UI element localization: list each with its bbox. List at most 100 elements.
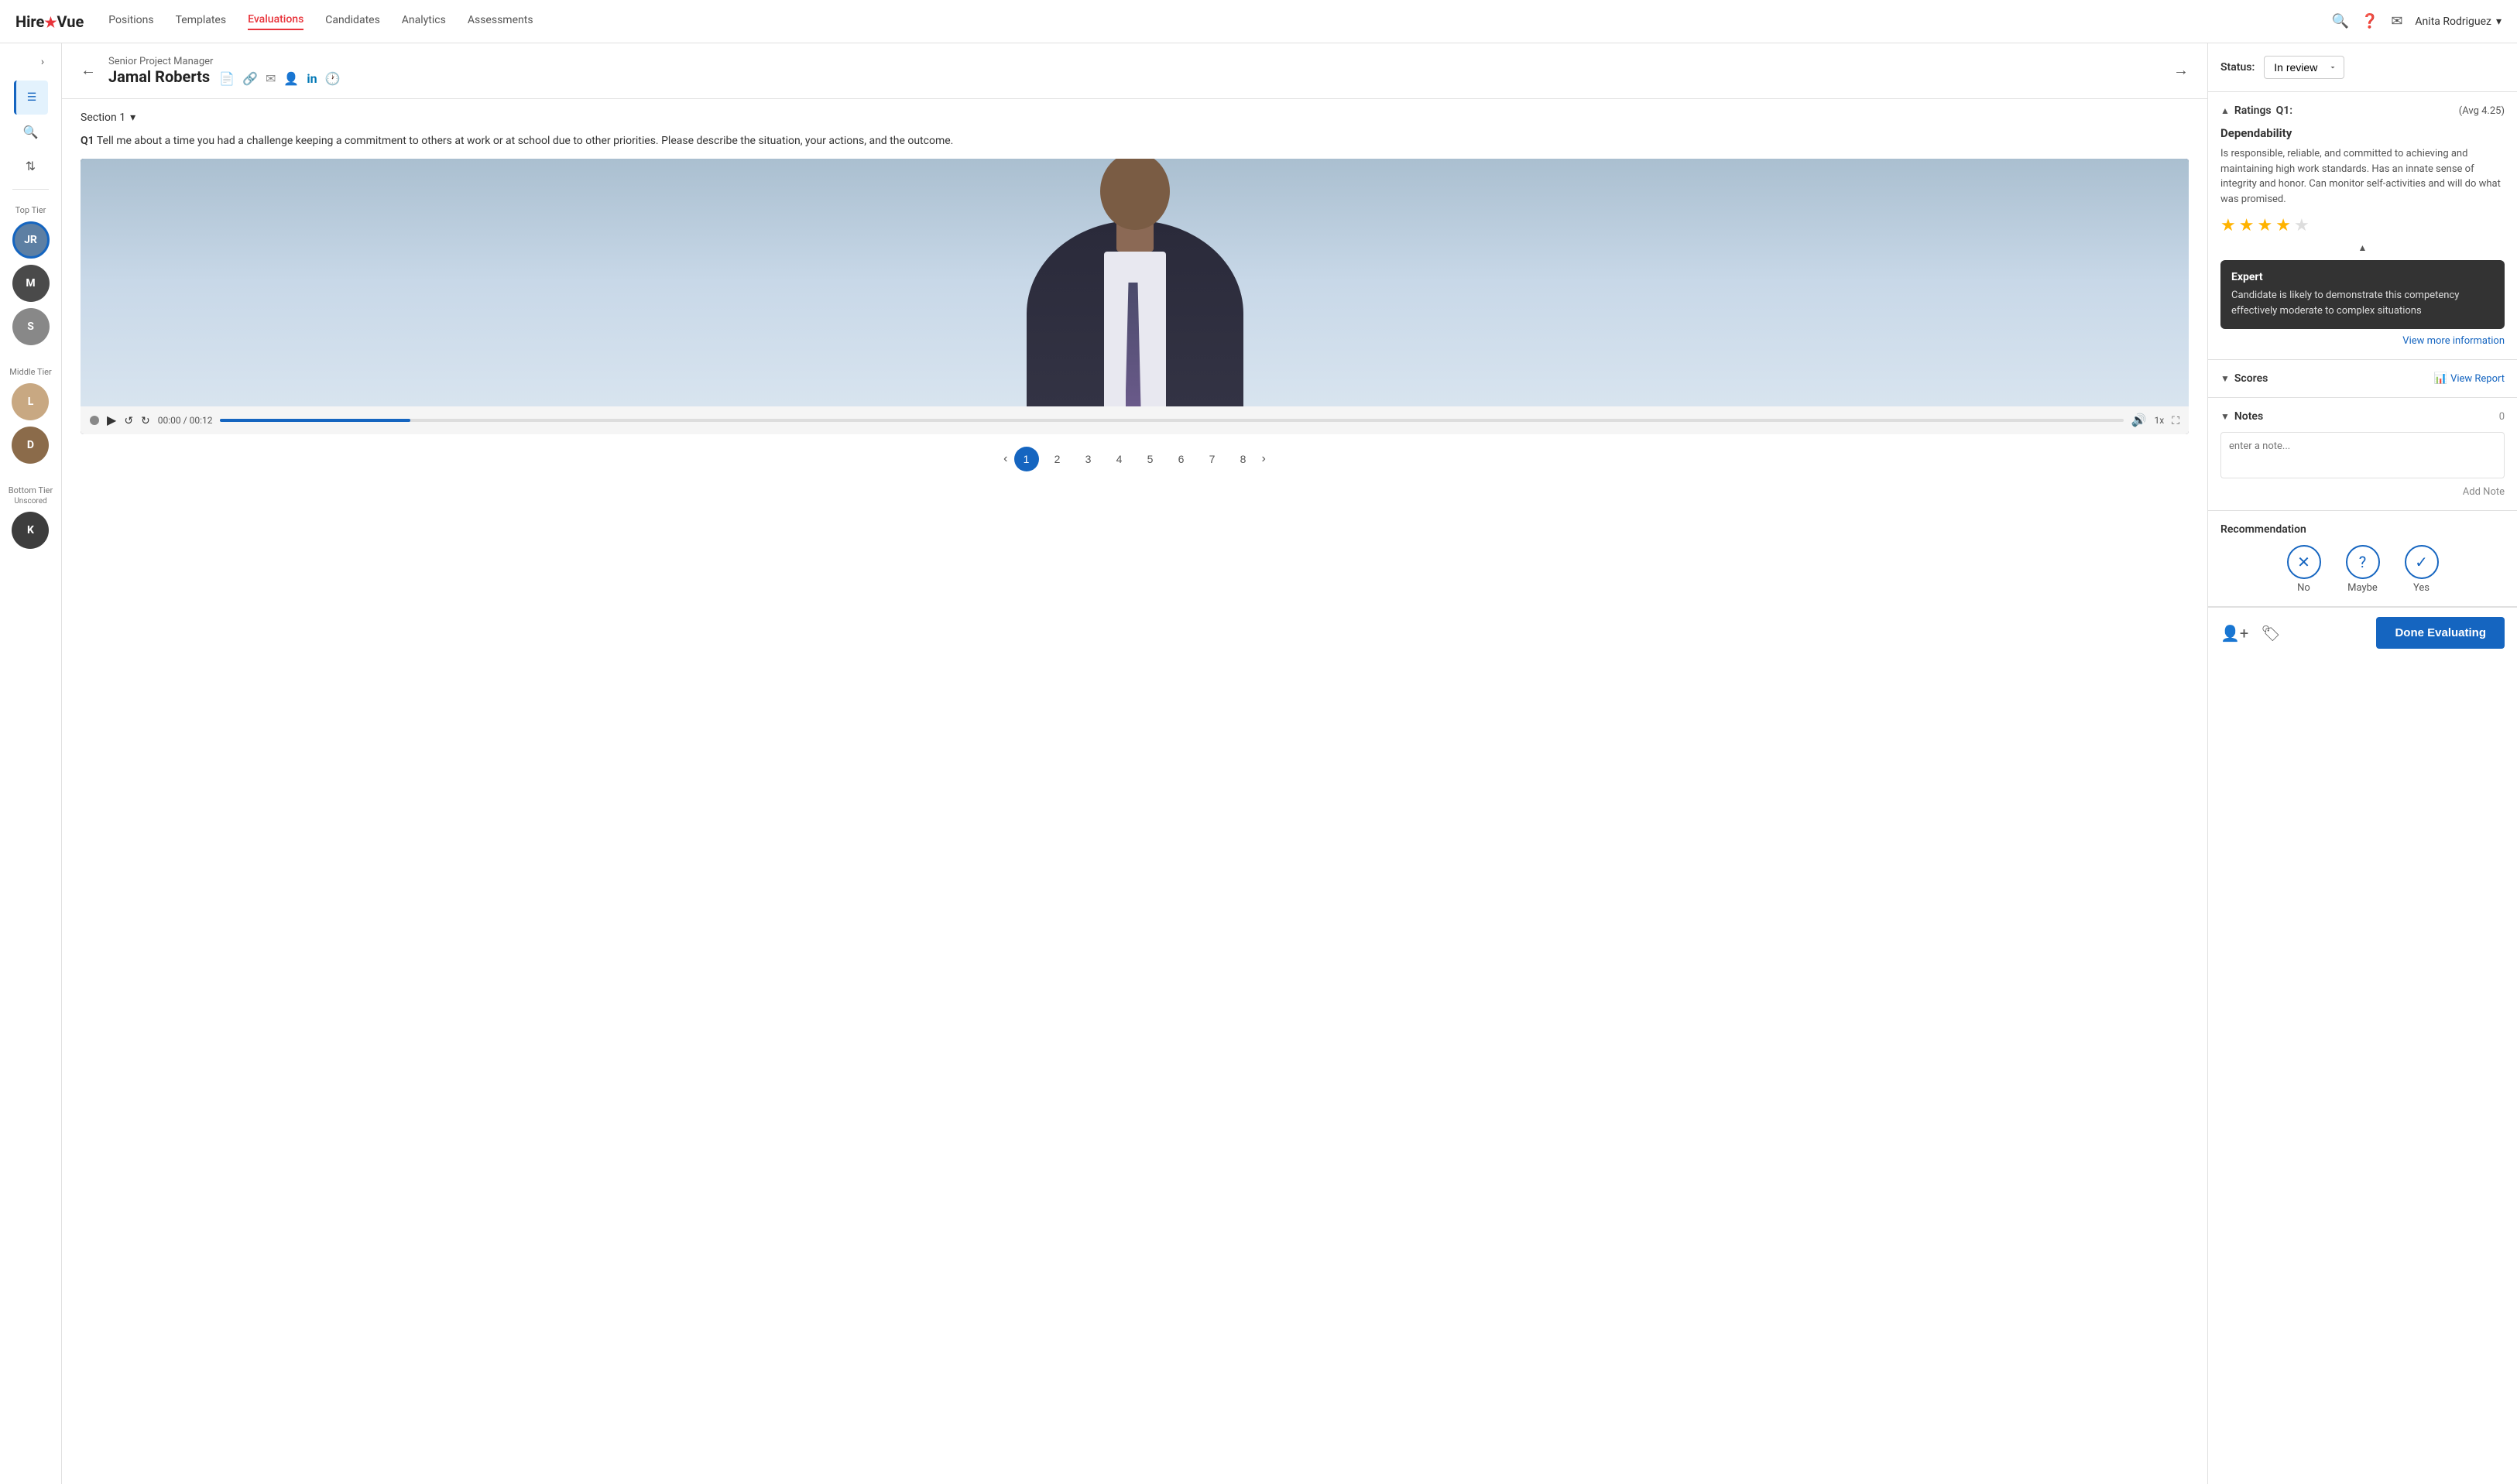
question-text: Q1 Tell me about a time you had a challe…: [81, 133, 2189, 149]
bottom-tier-section: Bottom TierUnscored K: [9, 476, 53, 561]
section-dropdown[interactable]: Section 1 ▾: [81, 111, 2189, 124]
view-report-link[interactable]: 📊 View Report: [2434, 372, 2505, 385]
candidate-avatar-3[interactable]: S: [12, 308, 50, 345]
linkedin-icon[interactable]: in: [307, 71, 317, 86]
nav-candidates[interactable]: Candidates: [325, 14, 380, 29]
forward-button[interactable]: ↻: [141, 414, 150, 427]
ratings-avg: (Avg 4.25): [2459, 105, 2505, 117]
link-icon[interactable]: 🔗: [242, 71, 258, 86]
top-tier-section: Top Tier JR M S: [12, 196, 50, 358]
resume-icon[interactable]: 📄: [219, 71, 235, 86]
sidebar-list-btn[interactable]: ☰: [14, 81, 48, 115]
rewind-button[interactable]: ↺: [124, 414, 133, 427]
ratings-label: Ratings: [2234, 105, 2272, 117]
left-sidebar: › ☰ 🔍 ⇅ Top Tier JR M S Middle Tier L D …: [0, 43, 62, 1484]
logo-text: Hire★Vue: [15, 12, 84, 31]
play-button[interactable]: ▶: [107, 413, 116, 428]
rec-maybe-button[interactable]: ? Maybe: [2346, 545, 2380, 594]
ratings-chevron-icon[interactable]: ▲: [2220, 105, 2230, 116]
search-button[interactable]: 🔍: [2331, 13, 2348, 29]
candidate-name: Jamal Roberts: [108, 67, 210, 86]
bottom-actions: 👤+ 🏷: [2220, 624, 2281, 643]
scores-header: ▼ Scores 📊 View Report: [2220, 372, 2505, 385]
candidate-avatar-4[interactable]: L: [12, 383, 49, 420]
add-note-button[interactable]: Add Note: [2220, 486, 2505, 498]
competency-name: Dependability: [2220, 126, 2505, 140]
page-btn-4[interactable]: 4: [1107, 447, 1132, 471]
list-icon: ☰: [27, 91, 37, 104]
sidebar-filter-btn[interactable]: ⇅: [14, 149, 48, 183]
video-progress-bar[interactable]: [220, 419, 2123, 422]
nav-analytics[interactable]: Analytics: [402, 14, 446, 29]
video-section: Section 1 ▾ Q1 Tell me about a time you …: [62, 99, 2207, 1484]
next-candidate-button[interactable]: →: [2173, 62, 2189, 80]
page-btn-8[interactable]: 8: [1231, 447, 1256, 471]
messages-button[interactable]: ✉: [2391, 13, 2402, 29]
user-chevron: ▾: [2496, 15, 2502, 28]
status-select[interactable]: In review Reviewed Pending Approved: [2264, 56, 2344, 79]
expert-tooltip: ▲ Expert Candidate is likely to demonstr…: [2220, 242, 2505, 347]
yes-icon: ✓: [2405, 545, 2439, 579]
pagination-prev[interactable]: ‹: [1003, 452, 1007, 466]
tooltip-popup: Expert Candidate is likely to demonstrat…: [2220, 260, 2505, 329]
help-button[interactable]: ❓: [2361, 13, 2378, 29]
no-icon: ✕: [2287, 545, 2321, 579]
page-btn-3[interactable]: 3: [1076, 447, 1101, 471]
candidate-avatar-6[interactable]: K: [12, 512, 49, 549]
notes-section: ▼ Notes 0 Add Note: [2208, 398, 2517, 511]
add-user-icon[interactable]: 👤+: [2220, 624, 2248, 643]
email-icon[interactable]: ✉: [266, 71, 276, 86]
top-nav: Hire★Vue Positions Templates Evaluations…: [0, 0, 2517, 43]
fullscreen-button[interactable]: ⛶: [2172, 414, 2179, 427]
star-rating[interactable]: ★ ★ ★ ★ ★: [2220, 216, 2505, 235]
history-icon[interactable]: 🕐: [325, 71, 341, 86]
page-btn-7[interactable]: 7: [1200, 447, 1225, 471]
content-area: ← Senior Project Manager Jamal Roberts 📄…: [62, 43, 2207, 1484]
nav-templates[interactable]: Templates: [176, 14, 227, 29]
tag-icon[interactable]: 🏷: [2261, 624, 2280, 643]
user-menu[interactable]: Anita Rodriguez ▾: [2415, 15, 2502, 28]
nav-assessments[interactable]: Assessments: [468, 14, 533, 29]
page-btn-2[interactable]: 2: [1045, 447, 1070, 471]
speed-button[interactable]: 1x: [2154, 415, 2164, 426]
status-label: Status:: [2220, 61, 2255, 74]
scores-chevron-icon[interactable]: ▼: [2220, 373, 2230, 384]
view-more-link[interactable]: View more information: [2220, 335, 2505, 347]
notes-header: ▼ Notes 0: [2220, 410, 2505, 423]
candidate-header: ← Senior Project Manager Jamal Roberts 📄…: [62, 43, 2207, 99]
page-btn-6[interactable]: 6: [1169, 447, 1194, 471]
volume-button[interactable]: 🔊: [2131, 413, 2147, 428]
sidebar-search-btn[interactable]: 🔍: [14, 115, 48, 149]
sidebar-toggle[interactable]: ›: [30, 50, 55, 74]
done-evaluating-button[interactable]: Done Evaluating: [2376, 617, 2505, 649]
profile-icon[interactable]: 👤: [283, 71, 299, 86]
sidebar-divider: [12, 189, 49, 190]
search-icon: 🔍: [23, 125, 39, 139]
notes-textarea[interactable]: [2220, 432, 2505, 478]
ratings-q-label: Q1:: [2276, 105, 2292, 117]
maybe-icon: ?: [2346, 545, 2380, 579]
candidate-avatar-2[interactable]: M: [12, 265, 50, 302]
pagination-next[interactable]: ›: [1262, 452, 1266, 466]
right-panel: Status: In review Reviewed Pending Appro…: [2207, 43, 2517, 1484]
rec-yes-button[interactable]: ✓ Yes: [2405, 545, 2439, 594]
section-label: Section 1: [81, 111, 125, 124]
page-btn-1[interactable]: 1: [1014, 447, 1039, 471]
page-btn-5[interactable]: 5: [1138, 447, 1163, 471]
nav-positions[interactable]: Positions: [108, 14, 153, 29]
view-report-label: View Report: [2450, 373, 2505, 385]
nav-evaluations[interactable]: Evaluations: [248, 13, 303, 30]
candidate-avatar-5[interactable]: D: [12, 427, 49, 464]
time-total: 00:12: [190, 415, 213, 426]
notes-title: ▼ Notes: [2220, 410, 2263, 423]
ratings-title: ▲ Ratings Q1:: [2220, 105, 2292, 117]
user-name: Anita Rodriguez: [2415, 15, 2491, 28]
nav-links: Positions Templates Evaluations Candidat…: [108, 13, 2331, 30]
notes-chevron-icon[interactable]: ▼: [2220, 411, 2230, 422]
yes-label: Yes: [2413, 582, 2430, 594]
prev-candidate-button[interactable]: ←: [81, 62, 96, 80]
bottom-bar: 👤+ 🏷 Done Evaluating: [2208, 607, 2517, 658]
rec-no-button[interactable]: ✕ No: [2287, 545, 2321, 594]
main-layout: › ☰ 🔍 ⇅ Top Tier JR M S Middle Tier L D …: [0, 43, 2517, 1484]
candidate-avatar-1[interactable]: JR: [12, 221, 50, 259]
